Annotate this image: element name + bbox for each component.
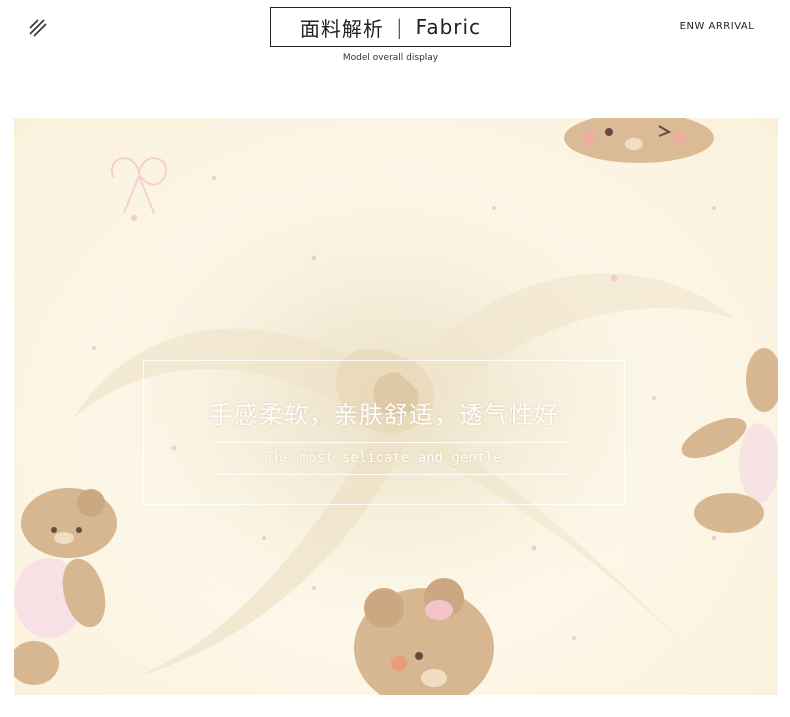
bear-top-right xyxy=(564,118,714,163)
banner-frame xyxy=(143,360,625,505)
diagonal-lines-icon[interactable] xyxy=(28,18,48,38)
title-en: Fabric xyxy=(415,15,482,39)
banner-headline: 手感柔软，亲肤舒适，透气性好 xyxy=(209,401,559,429)
banner-divider-bottom xyxy=(214,474,571,475)
bear-left xyxy=(14,488,117,685)
fabric-image: 手感柔软，亲肤舒适，透气性好 The most selicate and gen… xyxy=(14,118,778,695)
title-cn: 面料解析 xyxy=(299,16,384,41)
banner-tagline: The most selicate and gentle xyxy=(265,450,502,466)
section-title: 面料解析 | Fabric xyxy=(270,7,511,47)
page-header: 面料解析 | Fabric Model overall display ENW … xyxy=(0,0,790,110)
section-subtitle: Model overall display xyxy=(342,53,439,63)
title-separator: | xyxy=(395,15,404,39)
arrival-label: ENW ARRIVAL xyxy=(679,21,755,32)
banner-divider-top xyxy=(214,442,571,443)
